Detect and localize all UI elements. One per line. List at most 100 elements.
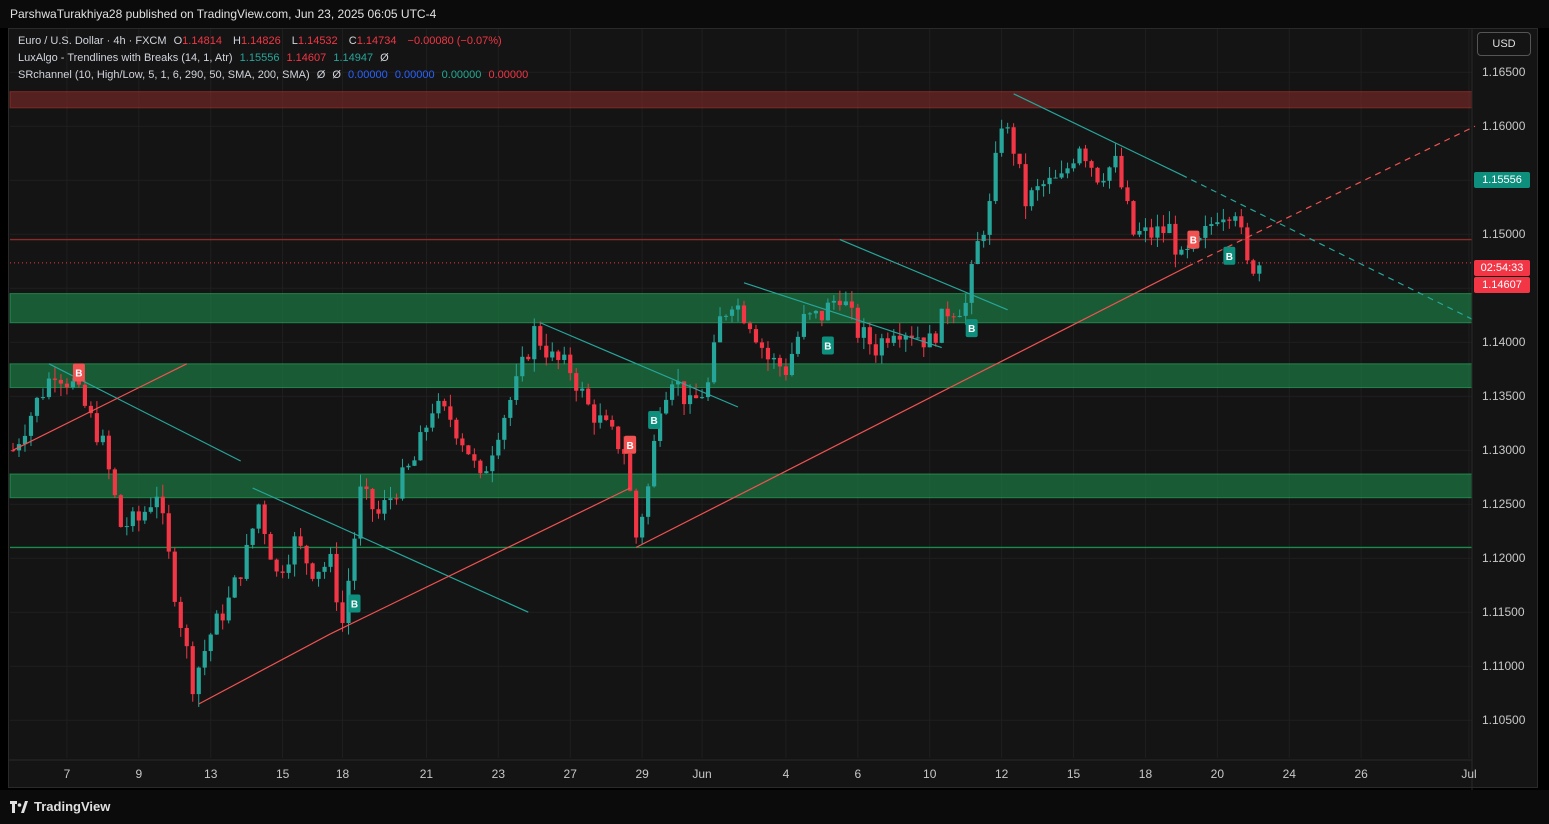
candle-body xyxy=(879,338,884,356)
candle-body xyxy=(969,264,974,303)
candle-body xyxy=(891,335,896,343)
time-tick-label: 15 xyxy=(1067,767,1081,781)
candle-body xyxy=(448,406,453,420)
indicator2-name[interactable]: SRchannel (10, High/Low, 5, 1, 6, 290, 5… xyxy=(18,69,310,81)
candle-body xyxy=(945,308,950,317)
candle-body xyxy=(1119,155,1124,188)
candle-body xyxy=(1071,163,1076,169)
candle-body xyxy=(166,513,171,552)
candle-body xyxy=(771,357,777,360)
candle-body xyxy=(975,241,980,265)
candle-body xyxy=(993,152,998,202)
time-tick-label: Jul xyxy=(1461,767,1476,781)
candle-body xyxy=(502,417,507,440)
bullish-break-signal: B xyxy=(348,594,361,613)
candle-body xyxy=(418,432,423,461)
candle-body xyxy=(1011,127,1016,154)
signal-label: B xyxy=(75,368,82,379)
time-tick-label: 7 xyxy=(64,767,71,781)
candle-body xyxy=(939,308,944,343)
candle-body xyxy=(1179,249,1184,255)
candle-body xyxy=(466,445,471,455)
price-tick-label: 1.15000 xyxy=(1482,227,1526,241)
candle-body xyxy=(1149,227,1154,238)
candle-body xyxy=(999,128,1004,153)
candle-body xyxy=(843,301,848,306)
candle-body xyxy=(238,577,243,579)
indicator2-value-na2: Ø xyxy=(332,69,341,81)
candle-body xyxy=(244,544,249,579)
trendline-price-tag: 1.15556 xyxy=(1474,172,1530,188)
indicator1-name[interactable]: LuxAlgo - Trendlines with Breaks (14, 1,… xyxy=(18,52,233,64)
price-change: −0.00080 (−0.07%) xyxy=(407,35,502,47)
candle-body xyxy=(40,397,46,399)
candle-body xyxy=(172,551,177,602)
candle-body xyxy=(226,597,231,621)
candle-body xyxy=(1041,184,1046,187)
time-axis[interactable]: 7 9 13 15 18 21 23 27 29 Jun 4 6 10 12 15 18 20 24 26 Jul xyxy=(9,759,1477,781)
candle-body xyxy=(1185,249,1190,251)
candle-body xyxy=(741,305,747,324)
candle-body xyxy=(292,536,297,565)
candle-body xyxy=(184,627,189,647)
indicator1-value-mid: 1.14947 xyxy=(333,52,374,64)
candle-body xyxy=(358,486,363,539)
candle-body xyxy=(693,395,699,399)
time-tick-label: 20 xyxy=(1211,767,1225,781)
candle-body xyxy=(208,634,213,652)
candle-body xyxy=(58,379,64,384)
candle-body xyxy=(711,342,717,383)
indicator1-value-lower: 1.14607 xyxy=(286,52,327,64)
candle-body xyxy=(100,435,105,443)
support-zone xyxy=(9,293,1473,324)
tradingview-logo[interactable]: TradingView xyxy=(10,799,110,814)
time-tick-label: 13 xyxy=(204,767,218,781)
candle-body xyxy=(586,388,591,405)
legend-indicator-1: LuxAlgo - Trendlines with Breaks (14, 1,… xyxy=(18,52,393,64)
candle-body xyxy=(807,313,813,315)
signal-label: B xyxy=(1190,236,1197,247)
candle-body xyxy=(574,373,579,391)
candle-body xyxy=(987,201,992,235)
candle-body xyxy=(1125,187,1130,202)
candle-body xyxy=(538,326,543,346)
candle-body xyxy=(849,301,854,308)
candle-body xyxy=(747,323,753,330)
bullish-break-signal: B xyxy=(1223,246,1236,265)
candle-body xyxy=(723,315,729,317)
candle-body xyxy=(304,545,309,564)
signal-label: B xyxy=(968,324,975,335)
candle-body xyxy=(550,351,555,358)
candle-body xyxy=(484,471,489,474)
ascending-trendline xyxy=(1187,125,1476,268)
candle-body xyxy=(735,305,741,310)
signal-label: B xyxy=(627,441,634,452)
candle-body xyxy=(28,415,34,436)
candle-body xyxy=(1005,127,1010,129)
candle-body xyxy=(1155,226,1160,238)
candle-body xyxy=(112,469,117,496)
bar-countdown-tag: 02:54:33 xyxy=(1474,260,1530,276)
bullish-break-signal: B xyxy=(648,410,661,429)
candle-body xyxy=(94,413,99,443)
candle-body xyxy=(1035,186,1040,191)
candlestick-chart[interactable]: B B B B B B B B 1.165001.160001.155001.150001.1… xyxy=(0,0,1549,824)
bullish-break-signal: B xyxy=(821,336,834,355)
candle-body xyxy=(1095,167,1100,183)
candle-body xyxy=(76,381,82,385)
candle-body xyxy=(82,384,87,406)
candle-body xyxy=(520,356,525,377)
candle-body xyxy=(478,460,483,474)
currency-button[interactable]: USD xyxy=(1477,32,1531,56)
time-tick-label: 18 xyxy=(336,767,350,781)
candle-body xyxy=(1101,180,1106,183)
candle-body xyxy=(669,384,675,400)
candle-body xyxy=(1113,155,1118,168)
candle-body xyxy=(963,302,968,316)
price-axis[interactable]: 1.165001.160001.155001.150001.145001.140… xyxy=(1471,29,1526,790)
legend-indicator-2: SRchannel (10, High/Low, 5, 1, 6, 290, 5… xyxy=(18,69,532,81)
price-tick-label: 1.14000 xyxy=(1482,335,1526,349)
symbol-title[interactable]: Euro / U.S. Dollar · 4h · FXCM xyxy=(18,35,167,47)
candle-body xyxy=(370,488,375,510)
price-tick-label: 1.16500 xyxy=(1482,65,1526,79)
